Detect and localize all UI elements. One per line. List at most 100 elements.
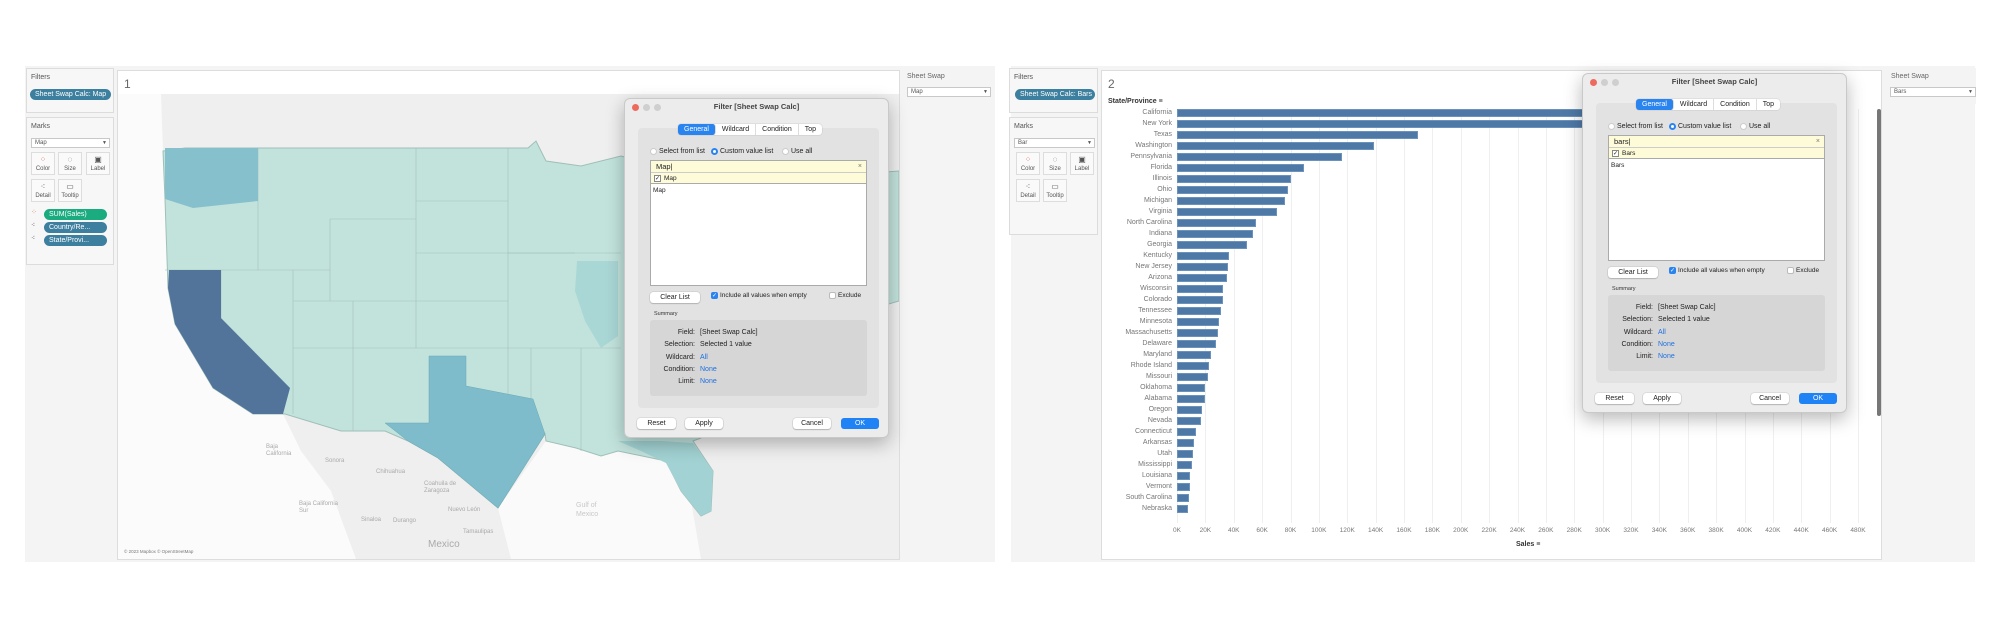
bar-rhode-island[interactable] (1177, 362, 1210, 370)
filter-pill[interactable]: Sheet Swap Calc: Map (30, 89, 111, 100)
apply-button[interactable]: Apply (1643, 393, 1681, 404)
suggestion-row[interactable]: ✓ Map (651, 173, 866, 184)
value-search-input[interactable]: Map| × (651, 161, 866, 173)
radio-use-all[interactable]: Use all (1740, 123, 1770, 130)
bar-washington[interactable] (1177, 142, 1374, 150)
summary-value[interactable]: None (700, 366, 717, 373)
bar-new-jersey[interactable] (1177, 263, 1228, 271)
bar-category-label[interactable]: Delaware (1102, 340, 1172, 347)
detail-button[interactable]: ⁖ Detail (31, 179, 55, 202)
bar-category-label[interactable]: Arkansas (1102, 439, 1172, 446)
tab-general[interactable]: General (1636, 99, 1674, 110)
bar-missouri[interactable] (1177, 373, 1209, 381)
include-all-checkbox[interactable]: ✓ Include all values when empty (711, 292, 807, 299)
bar-massachusetts[interactable] (1177, 329, 1218, 337)
ok-button[interactable]: OK (1799, 393, 1837, 404)
bar-category-label[interactable]: Missouri (1102, 373, 1172, 380)
bar-michigan[interactable] (1177, 197, 1286, 205)
bar-category-label[interactable]: Indiana (1102, 230, 1172, 237)
bar-category-label[interactable]: Illinois (1102, 175, 1172, 182)
bar-category-label[interactable]: Minnesota (1102, 318, 1172, 325)
bar-category-label[interactable]: North Carolina (1102, 219, 1172, 226)
bar-tennessee[interactable] (1177, 307, 1221, 315)
bar-category-label[interactable]: Kentucky (1102, 252, 1172, 259)
radio-select-from-list[interactable]: Select from list (650, 148, 705, 155)
bar-nebraska[interactable] (1177, 505, 1188, 513)
summary-value[interactable]: None (1658, 353, 1675, 360)
summary-value[interactable]: All (700, 354, 708, 361)
bar-category-label[interactable]: Mississippi (1102, 461, 1172, 468)
radio-use-all[interactable]: Use all (782, 148, 812, 155)
radio-custom-value-list[interactable]: Custom value list (1669, 123, 1731, 130)
radio-custom-value-list[interactable]: Custom value list (711, 148, 773, 155)
bar-category-label[interactable]: Nevada (1102, 417, 1172, 424)
detail-button[interactable]: ⁖ Detail (1016, 179, 1040, 202)
bar-category-label[interactable]: Connecticut (1102, 428, 1172, 435)
clear-list-button[interactable]: Clear List (650, 292, 700, 303)
bar-category-label[interactable]: Utah (1102, 450, 1172, 457)
tab-top[interactable]: Top (1757, 99, 1780, 110)
exclude-checkbox[interactable]: Exclude (829, 292, 861, 299)
bar-texas[interactable] (1177, 131, 1419, 139)
bar-arkansas[interactable] (1177, 439, 1194, 447)
bar-category-label[interactable]: Oklahoma (1102, 384, 1172, 391)
bar-category-label[interactable]: Texas (1102, 131, 1172, 138)
bar-kentucky[interactable] (1177, 252, 1229, 260)
bar-alabama[interactable] (1177, 395, 1205, 403)
sum-sales-pill[interactable]: SUM(Sales) (44, 209, 107, 220)
bar-colorado[interactable] (1177, 296, 1223, 304)
bar-category-label[interactable]: Michigan (1102, 197, 1172, 204)
tooltip-button[interactable]: ▭ Tooltip (1043, 179, 1067, 202)
mark-type-dropdown[interactable]: Map ▼ (31, 138, 110, 148)
list-item[interactable]: Map (653, 187, 666, 194)
bar-georgia[interactable] (1177, 241, 1247, 249)
include-all-checkbox[interactable]: ✓ Include all values when empty (1669, 267, 1765, 274)
filter-pill[interactable]: Sheet Swap Calc: Bars (1015, 89, 1095, 100)
bar-category-label[interactable]: Ohio (1102, 186, 1172, 193)
bar-indiana[interactable] (1177, 230, 1254, 238)
bar-mississippi[interactable] (1177, 461, 1193, 469)
summary-value[interactable]: None (1658, 341, 1675, 348)
bar-illinois[interactable] (1177, 175, 1291, 183)
bar-category-label[interactable]: New York (1102, 120, 1172, 127)
bar-category-label[interactable]: New Jersey (1102, 263, 1172, 270)
ok-button[interactable]: OK (841, 418, 879, 429)
bar-wisconsin[interactable] (1177, 285, 1223, 293)
bar-category-label[interactable]: Colorado (1102, 296, 1172, 303)
value-list[interactable]: Map| × ✓ Map Map (650, 160, 867, 286)
bar-oklahoma[interactable] (1177, 384, 1205, 392)
value-list[interactable]: bars| × ✓ Bars Bars (1608, 135, 1825, 261)
bar-delaware[interactable] (1177, 340, 1217, 348)
map-attribution[interactable]: © 2023 Mapbox © OpenStreetMap (124, 549, 193, 554)
bar-oregon[interactable] (1177, 406, 1202, 414)
bar-maryland[interactable] (1177, 351, 1211, 359)
bar-category-label[interactable]: South Carolina (1102, 494, 1172, 501)
bar-ohio[interactable] (1177, 186, 1289, 194)
bar-category-label[interactable]: Georgia (1102, 241, 1172, 248)
bar-pennsylvania[interactable] (1177, 153, 1343, 161)
tooltip-button[interactable]: ▭ Tooltip (58, 179, 82, 202)
bar-utah[interactable] (1177, 450, 1193, 458)
bar-vermont[interactable] (1177, 483, 1190, 491)
mark-type-dropdown[interactable]: Bar ▼ (1014, 138, 1095, 148)
bar-category-label[interactable]: Rhode Island (1102, 362, 1172, 369)
bar-category-label[interactable]: Maryland (1102, 351, 1172, 358)
label-button[interactable]: ▣ Label (1070, 152, 1094, 175)
size-button[interactable]: ◌ Size (58, 152, 82, 175)
bar-category-label[interactable]: Arizona (1102, 274, 1172, 281)
x-axis-title[interactable]: Sales ≡ (1516, 541, 1540, 548)
size-button[interactable]: ◌ Size (1043, 152, 1067, 175)
bar-louisiana[interactable] (1177, 472, 1191, 480)
bar-category-label[interactable]: Vermont (1102, 483, 1172, 490)
bar-category-label[interactable]: Oregon (1102, 406, 1172, 413)
tab-wildcard[interactable]: Wildcard (1674, 99, 1715, 110)
bar-new-york[interactable] (1177, 120, 1619, 128)
country-pill[interactable]: Country/Re... (44, 222, 107, 233)
state-pill[interactable]: State/Provi... (44, 235, 107, 246)
clear-search-icon[interactable]: × (1816, 136, 1820, 148)
bar-connecticut[interactable] (1177, 428, 1196, 436)
clear-list-button[interactable]: Clear List (1608, 267, 1658, 278)
color-button[interactable]: ⁘ Color (31, 152, 55, 175)
summary-value[interactable]: None (700, 378, 717, 385)
bar-minnesota[interactable] (1177, 318, 1220, 326)
